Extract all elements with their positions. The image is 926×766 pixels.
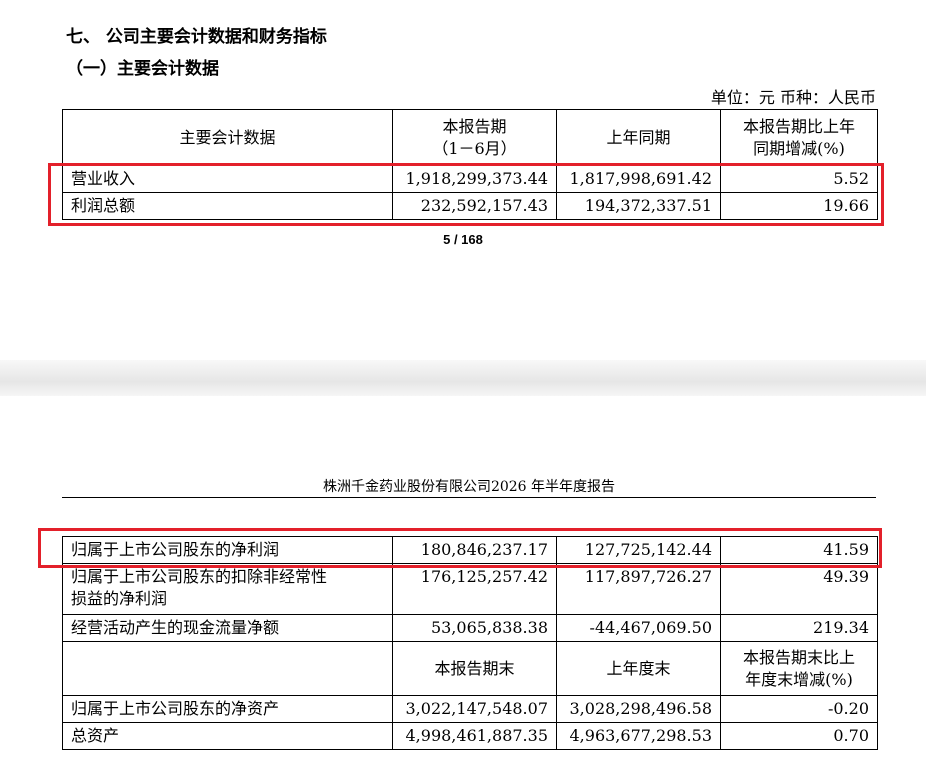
row-current: 4,998,461,887.35 bbox=[392, 722, 557, 750]
row-current: 1,918,299,373.44 bbox=[392, 165, 557, 193]
row-change: 19.66 bbox=[720, 192, 878, 220]
header-current-period-line1: 本报告期 bbox=[442, 116, 507, 136]
row-label: 营业收入 bbox=[62, 165, 393, 193]
subheader-change-line2: 年度末增减(%) bbox=[745, 669, 853, 689]
row-label-line2: 损益的净利润 bbox=[71, 589, 168, 608]
subheader-prior-year-end: 上年度末 bbox=[556, 641, 721, 696]
row-change: 49.39 bbox=[720, 563, 878, 615]
header-current-period: 本报告期 （1－6月） bbox=[392, 109, 557, 166]
row-change: -0.20 bbox=[720, 695, 878, 723]
row-current: 232,592,157.43 bbox=[392, 192, 557, 220]
table-row: 利润总额 232,592,157.43 194,372,337.51 19.66 bbox=[62, 192, 878, 220]
row-prior: 127,725,142.44 bbox=[556, 536, 721, 564]
section-subtitle: （一）主要会计数据 bbox=[66, 59, 219, 79]
row-change: 5.52 bbox=[720, 165, 878, 193]
subheader-change: 本报告期末比上 年度末增减(%) bbox=[720, 641, 878, 696]
table-row: 营业收入 1,918,299,373.44 1,817,998,691.42 5… bbox=[62, 165, 878, 193]
row-label: 经营活动产生的现金流量净额 bbox=[62, 614, 393, 642]
table-row: 归属于上市公司股东的扣除非经常性 损益的净利润 176,125,257.42 1… bbox=[62, 563, 878, 615]
table-row: 归属于上市公司股东的净资产 3,022,147,548.07 3,028,298… bbox=[62, 695, 878, 723]
unit-label: 单位：元 币种：人民币 bbox=[710, 88, 876, 107]
row-change: 219.34 bbox=[720, 614, 878, 642]
row-label-line1: 归属于上市公司股东的扣除非经常性 bbox=[71, 567, 328, 586]
header-main-data: 主要会计数据 bbox=[62, 109, 393, 166]
row-prior: 4,963,677,298.53 bbox=[556, 722, 721, 750]
table-header-row: 主要会计数据 本报告期 （1－6月） 上年同期 本报告期比上年 同期增减(%) bbox=[62, 109, 878, 166]
row-prior: 1,817,998,691.42 bbox=[556, 165, 721, 193]
row-current: 3,022,147,548.07 bbox=[392, 695, 557, 723]
row-label: 归属于上市公司股东的净资产 bbox=[62, 695, 393, 723]
row-prior: -44,467,069.50 bbox=[556, 614, 721, 642]
subheader-period-end: 本报告期末 bbox=[392, 641, 557, 696]
table-row: 归属于上市公司股东的净利润 180,846,237.17 127,725,142… bbox=[62, 536, 878, 564]
row-label: 利润总额 bbox=[62, 192, 393, 220]
accounting-data-table-bottom: 归属于上市公司股东的净利润 180,846,237.17 127,725,142… bbox=[62, 536, 878, 750]
page-gap bbox=[0, 360, 926, 396]
header-change: 本报告期比上年 同期增减(%) bbox=[720, 109, 878, 166]
row-prior: 3,028,298,496.58 bbox=[556, 695, 721, 723]
page-number: 5 / 168 bbox=[443, 232, 483, 247]
section-title: 七、 公司主要会计数据和财务指标 bbox=[66, 27, 327, 47]
table-row: 总资产 4,998,461,887.35 4,963,677,298.53 0.… bbox=[62, 722, 878, 750]
row-label: 归属于上市公司股东的净利润 bbox=[62, 536, 393, 564]
header-current-period-line2: （1－6月） bbox=[432, 138, 517, 158]
header-prior-period: 上年同期 bbox=[556, 109, 721, 166]
row-prior: 117,897,726.27 bbox=[556, 563, 721, 615]
row-label: 总资产 bbox=[62, 722, 393, 750]
header-change-line2: 同期增减(%) bbox=[753, 138, 845, 158]
header-divider bbox=[62, 497, 876, 498]
row-current: 176,125,257.42 bbox=[392, 563, 557, 615]
row-prior: 194,372,337.51 bbox=[556, 192, 721, 220]
row-current: 53,065,838.38 bbox=[392, 614, 557, 642]
row-current: 180,846,237.17 bbox=[392, 536, 557, 564]
table-row: 经营活动产生的现金流量净额 53,065,838.38 -44,467,069.… bbox=[62, 614, 878, 642]
running-header: 株洲千金药业股份有限公司2026 年半年度报告 bbox=[322, 479, 616, 495]
subheader-change-line1: 本报告期末比上 bbox=[742, 647, 855, 667]
table-subheader-row: 本报告期末 上年度末 本报告期末比上 年度末增减(%) bbox=[62, 641, 878, 696]
header-change-line1: 本报告期比上年 bbox=[742, 116, 855, 136]
row-change: 41.59 bbox=[720, 536, 878, 564]
subheader-empty bbox=[62, 641, 393, 696]
accounting-data-table-top: 主要会计数据 本报告期 （1－6月） 上年同期 本报告期比上年 同期增减(%) … bbox=[62, 109, 878, 220]
row-change: 0.70 bbox=[720, 722, 878, 750]
row-label: 归属于上市公司股东的扣除非经常性 损益的净利润 bbox=[62, 563, 393, 615]
